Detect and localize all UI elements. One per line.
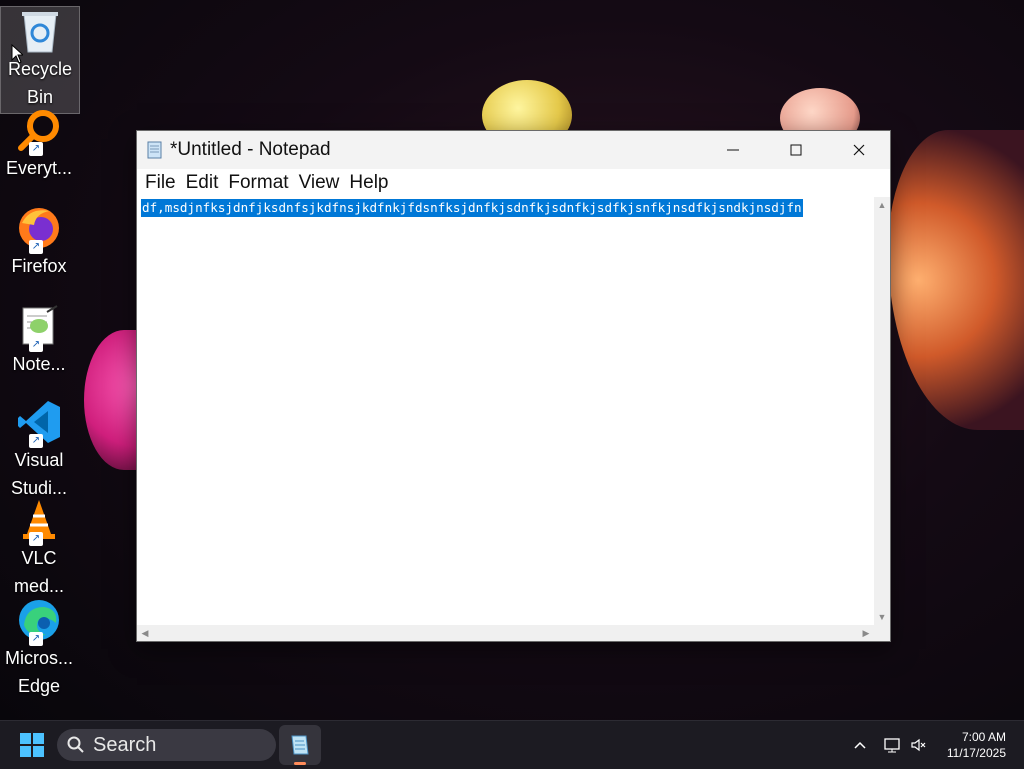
search-placeholder: Search [93, 733, 157, 756]
selected-text[interactable]: df,msdjnfksjdnfjksdnfsjkdfnsjkdfnkjfdsnf… [141, 199, 803, 217]
notepad-app-icon [147, 141, 162, 159]
mouse-cursor-icon [11, 44, 23, 64]
menu-view[interactable]: View [294, 172, 345, 194]
desktop-icon-everything[interactable]: ↗ Everyt... [0, 106, 78, 182]
close-icon [853, 144, 864, 156]
close-button[interactable] [827, 131, 890, 169]
menu-format[interactable]: Format [223, 172, 293, 194]
windows-logo-icon [20, 746, 31, 757]
desktop-icon-vscode[interactable]: ↗ Visual Studi... [0, 398, 78, 502]
desktop-icon-label: Micros... Edge [4, 648, 73, 696]
volume-button[interactable] [910, 721, 928, 769]
taskbar-search[interactable]: Search [57, 729, 276, 761]
chevron-up-icon [854, 741, 866, 749]
menu-help[interactable]: Help [344, 172, 393, 194]
windows-logo-icon [33, 746, 44, 757]
magnifier-icon: ↗ [15, 106, 63, 156]
shortcut-arrow-icon: ↗ [29, 240, 43, 254]
recycle-bin-icon [16, 7, 64, 55]
desktop-icon-label: Firefox [11, 256, 67, 276]
start-button[interactable] [20, 733, 44, 757]
shortcut-arrow-icon: ↗ [29, 532, 43, 546]
scroll-up-icon[interactable]: ▲ [874, 197, 890, 213]
notepad-app-icon [291, 735, 309, 755]
network-icon [884, 738, 900, 753]
firefox-icon: ↗ [15, 204, 63, 254]
window-title: *Untitled - Notepad [170, 139, 331, 160]
notepad-plus-plus-icon: ↗ [15, 302, 63, 352]
menu-file[interactable]: File [140, 172, 181, 194]
edge-icon: ↗ [15, 596, 63, 646]
vlc-cone-icon: ↗ [15, 496, 63, 546]
vscode-icon: ↗ [15, 398, 63, 448]
text-editor-area[interactable]: df,msdjnfksjdnfjksdnfsjkdfnsjkdfnkjfdsnf… [137, 197, 874, 625]
minimize-button[interactable] [701, 131, 764, 169]
desktop-icon-vlc[interactable]: ↗ VLC med... [0, 496, 78, 600]
taskbar: Search 7:00 AM 11/17/2025 [0, 720, 1024, 769]
notepad-window[interactable]: *Untitled - Notepad File Edit Format Vie… [137, 131, 890, 641]
show-hidden-icons-button[interactable] [852, 721, 868, 769]
scroll-right-icon[interactable]: ▶ [858, 625, 874, 641]
desktop-icon-notepadpp[interactable]: ↗ Note... [0, 302, 78, 378]
desktop-icon-firefox[interactable]: ↗ Firefox [0, 204, 78, 280]
vertical-scrollbar[interactable]: ▲ ▼ [874, 197, 890, 625]
system-clock[interactable]: 7:00 AM 11/17/2025 [947, 729, 1006, 761]
desktop-icon-label: Visual Studi... [10, 450, 68, 498]
desktop-icon-label: Note... [12, 354, 66, 374]
network-status-button[interactable] [884, 721, 902, 769]
clock-date: 11/17/2025 [946, 746, 1006, 760]
maximize-button[interactable] [764, 131, 827, 169]
menu-bar: File Edit Format View Help [137, 169, 890, 197]
volume-muted-icon [911, 738, 926, 752]
search-icon [67, 736, 84, 753]
shortcut-arrow-icon: ↗ [29, 434, 43, 448]
shortcut-arrow-icon: ↗ [29, 632, 43, 646]
title-bar[interactable]: *Untitled - Notepad [137, 131, 890, 169]
desktop-icon-label: Everyt... [5, 158, 72, 178]
shortcut-arrow-icon: ↗ [29, 338, 43, 352]
clock-time: 7:00 AM [961, 730, 1006, 744]
scroll-down-icon[interactable]: ▼ [874, 609, 890, 625]
shortcut-arrow-icon: ↗ [29, 142, 43, 156]
scroll-left-icon[interactable]: ◀ [137, 625, 153, 641]
wallpaper-shape [888, 130, 1024, 430]
windows-logo-icon [33, 733, 44, 744]
taskbar-notepad-button[interactable] [279, 725, 321, 765]
menu-edit[interactable]: Edit [181, 172, 224, 194]
active-indicator [294, 762, 306, 765]
horizontal-scrollbar[interactable]: ◀ ▶ [137, 625, 874, 641]
resize-grip[interactable] [874, 625, 890, 641]
windows-logo-icon [20, 733, 31, 744]
minimize-icon [726, 149, 739, 151]
maximize-icon [790, 144, 801, 156]
desktop-icon-label: VLC med... [13, 548, 65, 596]
desktop-icon-edge[interactable]: ↗ Micros... Edge [0, 596, 78, 700]
